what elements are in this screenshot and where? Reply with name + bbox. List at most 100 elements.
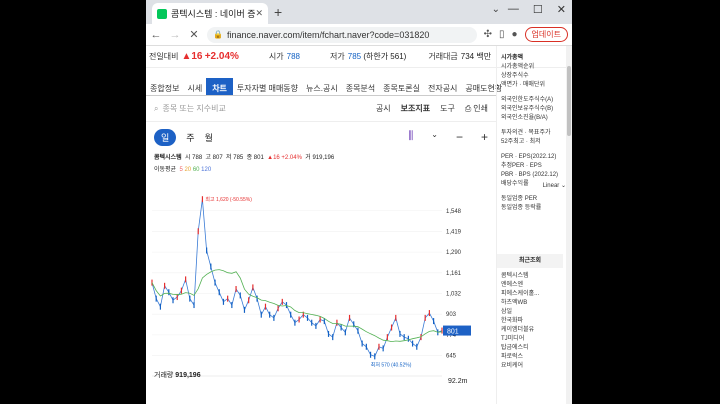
tool-disclosure[interactable]: 공시 bbox=[376, 103, 391, 114]
right-info-item: PBR · BPS (2022.12) bbox=[501, 172, 559, 178]
y-tick-label: 1,161 bbox=[446, 271, 462, 277]
price-series-line bbox=[151, 199, 443, 357]
recent-stock-item[interactable]: TJ미디어 bbox=[501, 335, 539, 344]
back-arrow-icon[interactable]: ← bbox=[150, 29, 162, 41]
sidebar-icon[interactable]: ▯ bbox=[499, 29, 505, 40]
price-info: 콤텍시스템 시 788 고 807 저 785 종 801 ▲16 +2.04%… bbox=[146, 148, 496, 173]
profile-avatar-icon[interactable]: ● bbox=[512, 29, 518, 40]
window-controls: — ☐ ✕ bbox=[508, 3, 566, 16]
menu-tab-4[interactable]: 뉴스.공시 bbox=[302, 78, 342, 95]
maximize-button[interactable]: ☐ bbox=[533, 3, 543, 16]
candlestick-icon[interactable]: ⫼ bbox=[408, 130, 413, 144]
stock-name: 콤텍시스템 bbox=[154, 155, 182, 161]
menu-tab-3[interactable]: 투자자별 매매동향 bbox=[233, 78, 302, 95]
period-week[interactable]: 주 bbox=[186, 131, 194, 144]
right-info-item: 외국인소진율(B/A) bbox=[501, 115, 548, 121]
recent-stock-item[interactable]: 하츠엑WB bbox=[501, 299, 539, 308]
recent-stock-item[interactable]: 요비케어 bbox=[501, 362, 539, 371]
right-info-item: PER · EPS(2022.12) bbox=[501, 154, 557, 160]
page-scrollbar[interactable] bbox=[566, 46, 572, 404]
printer-icon[interactable]: ⎙ bbox=[465, 104, 471, 114]
menu-tab-7[interactable]: 전자공시 bbox=[424, 78, 461, 95]
tool-indicators[interactable]: 보조지표 bbox=[401, 103, 430, 114]
tool-draw[interactable]: 도구 bbox=[440, 103, 455, 114]
low-label: 저가 bbox=[330, 52, 345, 61]
recent-stock-item[interactable]: 탑금에스티 bbox=[501, 344, 539, 353]
tab-title: 콤텍시스템 : 네이버 증권 bbox=[171, 9, 256, 19]
browser-window: 콤텍시스템 : 네이버 증권 ✕ + ⌄ — ☐ ✕ ← → ✕ 🔒 finan… bbox=[146, 0, 572, 404]
right-section-4: 동일업종 PER 동일업종 등락률 bbox=[501, 195, 566, 213]
ma-20: 20 bbox=[184, 167, 192, 173]
recent-stock-item[interactable]: 케이엠더블유 bbox=[501, 326, 539, 335]
stock-menu-tabs: 종합정보 시세 차트 투자자별 매매동향 뉴스.공시 종목분석 종목토론실 전자공시 공매도현황 bbox=[146, 78, 502, 96]
menu-tab-1[interactable]: 시세 bbox=[183, 78, 206, 95]
info-low: 저 785 bbox=[226, 155, 244, 161]
volume-label: 거래량 bbox=[154, 372, 174, 379]
recent-stock-item[interactable]: 콤텍시스템 bbox=[501, 272, 539, 281]
tab-search-chevron-icon[interactable]: ⌄ bbox=[492, 4, 500, 15]
right-info-item: 배당수익률 bbox=[501, 181, 529, 187]
right-info-item: 상장주식수 bbox=[501, 73, 529, 79]
chevron-down-icon[interactable]: ⌄ bbox=[431, 130, 438, 144]
right-section-title: 시가총액 bbox=[501, 55, 524, 61]
info-volume: 거 919,196 bbox=[305, 155, 335, 161]
low-value: 785 bbox=[347, 52, 362, 61]
period-day[interactable]: 일 bbox=[154, 128, 177, 146]
stock-price-chart[interactable]: 1,5481,4191,2901,1611,032903774645최고 1,6… bbox=[146, 190, 496, 390]
open-value: 788 bbox=[286, 52, 301, 61]
menu-tab-2[interactable]: 차트 bbox=[206, 78, 233, 95]
y-tick-label: 1,032 bbox=[446, 292, 462, 298]
right-info-item: 액면가 · 매매단위 bbox=[501, 82, 545, 88]
menu-tab-5[interactable]: 종목분석 bbox=[342, 78, 379, 95]
y-tick-label: 903 bbox=[446, 312, 457, 318]
recent-viewed-title: 최근조회 bbox=[497, 254, 563, 268]
recent-stock-item[interactable]: 피에스케이홀... bbox=[501, 290, 539, 299]
high-annotation: 최고 1,620 (-50.55%) bbox=[205, 196, 252, 203]
open-label: 시가 bbox=[268, 52, 284, 61]
zoom-out-button[interactable]: − bbox=[456, 130, 463, 144]
ma-60: 60 bbox=[192, 167, 200, 173]
right-section-0: 시가총액 시가총액순위 상장주식수 액면가 · 매매단위 bbox=[501, 52, 566, 90]
new-tab-button[interactable]: + bbox=[274, 4, 282, 20]
left-black-margin bbox=[0, 0, 146, 404]
right-info-item: 외국인한도주식수(A) bbox=[501, 97, 554, 103]
right-info-item: 동일업종 PER bbox=[501, 196, 538, 202]
recent-stock-item[interactable]: 삼일 bbox=[501, 308, 539, 317]
menu-tab-6[interactable]: 종목토론실 bbox=[379, 78, 424, 95]
menu-tab-0[interactable]: 종합정보 bbox=[146, 78, 183, 95]
low-annotation: 최저 570 (40.52%) bbox=[371, 361, 412, 368]
compare-search-input[interactable]: 종목 또는 지수비교 bbox=[162, 103, 365, 114]
scrollbar-thumb[interactable] bbox=[567, 66, 571, 136]
update-button[interactable]: 업데이트 bbox=[524, 27, 568, 42]
minimize-button[interactable]: — bbox=[508, 3, 519, 16]
current-price-label: 801 bbox=[447, 329, 459, 336]
recent-stock-item[interactable]: 엔에스엔 bbox=[501, 281, 539, 290]
ma-5: 5 bbox=[179, 167, 183, 173]
info-close: 종 801 bbox=[246, 155, 264, 161]
volume-value: 919,196 bbox=[175, 372, 201, 379]
ma-label: 이동평균 bbox=[154, 167, 177, 173]
tab-close-icon[interactable]: ✕ bbox=[255, 8, 263, 19]
browser-toolbar: ← → ✕ 🔒 finance.naver.com/item/fchart.na… bbox=[146, 24, 572, 46]
zoom-in-button[interactable]: + bbox=[481, 130, 488, 144]
browser-tab[interactable]: 콤텍시스템 : 네이버 증권 ✕ bbox=[152, 3, 268, 24]
y-tick-label: 1,290 bbox=[446, 250, 462, 256]
recent-stock-item[interactable]: 파로럭스 bbox=[501, 353, 539, 362]
info-change: ▲16 +2.04% bbox=[267, 155, 302, 161]
close-window-button[interactable]: ✕ bbox=[557, 3, 566, 16]
extensions-icon[interactable]: ✣ bbox=[484, 29, 492, 40]
tool-print[interactable]: 인쇄 bbox=[473, 103, 488, 114]
stop-loading-icon[interactable]: ✕ bbox=[188, 28, 200, 41]
low-limit-text: (하한가 561) bbox=[363, 52, 407, 61]
naver-favicon-icon bbox=[157, 8, 167, 19]
volume-readout: 거래량 919,196 bbox=[154, 370, 201, 380]
period-month[interactable]: 월 bbox=[205, 131, 213, 144]
trade-amount-value: 734 백만 bbox=[460, 52, 492, 61]
right-section-2: 투자의견 · 목표주가 52주최고 · 최저 bbox=[501, 129, 566, 147]
right-info-item: 동일업종 등락률 bbox=[501, 205, 542, 211]
forward-arrow-icon[interactable]: → bbox=[169, 29, 181, 41]
compare-toolbar: ⌕ 종목 또는 지수비교 공시 보조지표 도구 ⎙ 인쇄 bbox=[146, 96, 496, 122]
recent-stock-item[interactable]: 한국화파 bbox=[501, 317, 539, 326]
address-bar[interactable]: 🔒 finance.naver.com/item/fchart.naver?co… bbox=[207, 26, 477, 43]
search-icon: ⌕ bbox=[154, 103, 159, 113]
